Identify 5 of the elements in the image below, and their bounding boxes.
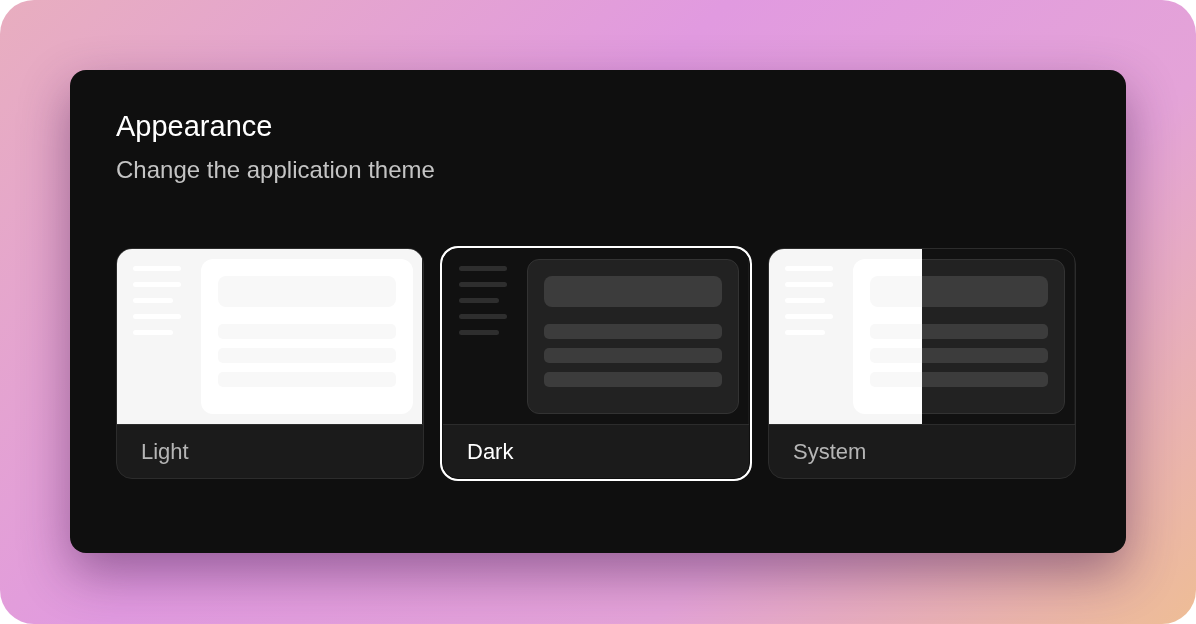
theme-option[interactable]: Light (116, 248, 424, 479)
card-subtitle: Change the application theme (116, 155, 436, 185)
card-title: Appearance (116, 109, 274, 144)
theme-option[interactable]: System (768, 248, 1076, 479)
theme-option[interactable]: Dark (442, 248, 750, 479)
